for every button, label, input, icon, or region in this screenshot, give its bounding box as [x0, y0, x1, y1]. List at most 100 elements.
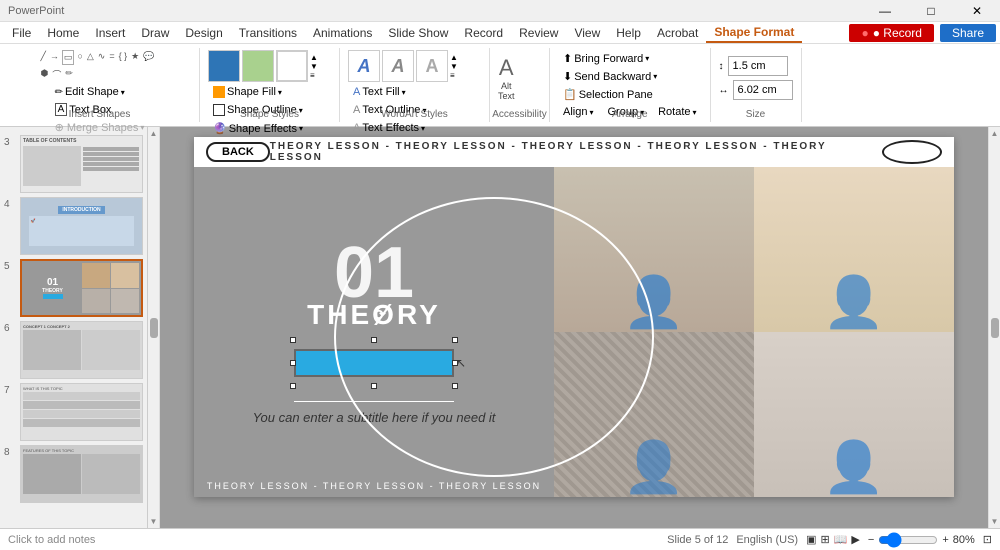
wordart-styles-group: A A A ▲ ▼ ≡ A Text Fill ▾ A Text Outline…: [340, 48, 490, 122]
slide-counter: Slide 5 of 12: [667, 534, 728, 546]
blue-box[interactable]: [294, 349, 454, 377]
width-input[interactable]: [733, 80, 793, 100]
line-icon[interactable]: ╱: [40, 50, 47, 65]
freeform-icon[interactable]: ✏: [64, 67, 74, 82]
eq-icon[interactable]: =: [108, 50, 115, 65]
style-expand[interactable]: ▲ ▼ ≡: [310, 53, 318, 80]
shape-fill-button[interactable]: Shape Fill ▾: [208, 84, 287, 100]
close-button[interactable]: ✕: [954, 0, 1000, 22]
arrow-icon[interactable]: →: [49, 50, 60, 65]
photo-4: 👤: [754, 332, 954, 497]
canvas-scrollbar[interactable]: ▲ ▼: [988, 127, 1000, 528]
slide-right-photos: 👤 👤 👤: [554, 167, 954, 497]
star-icon[interactable]: ★: [130, 50, 140, 65]
menu-transitions[interactable]: Transitions: [231, 24, 305, 42]
cursor-indicator: ↖: [456, 356, 466, 370]
menu-design[interactable]: Design: [177, 24, 230, 42]
handle-tl[interactable]: [290, 337, 296, 343]
zoom-slider[interactable]: [878, 532, 938, 548]
menu-insert[interactable]: Insert: [87, 24, 133, 42]
style-swatch-1[interactable]: [208, 50, 240, 82]
status-bar: Click to add notes Slide 5 of 12 English…: [0, 528, 1000, 550]
call-icon[interactable]: 💬: [142, 50, 155, 65]
canvas-scrollbar-thumb[interactable]: [991, 318, 999, 338]
handle-bm[interactable]: [371, 383, 377, 389]
send-backward-button[interactable]: ⬇ Send Backward ▾: [558, 68, 662, 85]
menu-view[interactable]: View: [566, 24, 608, 42]
back-button[interactable]: BACK: [206, 142, 270, 162]
canvas-scroll-down[interactable]: ▼: [991, 517, 999, 526]
scrollbar-thumb[interactable]: [150, 318, 158, 338]
window-controls[interactable]: — □ ✕: [862, 0, 1000, 22]
action-icon[interactable]: ⬢: [40, 67, 50, 82]
zoom-out-button[interactable]: −: [868, 534, 874, 546]
selection-pane-button[interactable]: 📋 Selection Pane: [558, 86, 658, 103]
wordart-a1[interactable]: A: [348, 50, 380, 82]
handle-ml[interactable]: [290, 360, 296, 366]
menu-animations[interactable]: Animations: [305, 24, 380, 42]
menu-review[interactable]: Review: [511, 24, 566, 42]
tri-icon[interactable]: △: [86, 50, 95, 65]
style-swatch-3[interactable]: [276, 50, 308, 82]
handle-bl[interactable]: [290, 383, 296, 389]
alt-text-button[interactable]: A Alt Text: [498, 50, 515, 106]
zoom-level: 80%: [953, 534, 975, 546]
menu-help[interactable]: Help: [608, 24, 649, 42]
style-swatch-2[interactable]: [242, 50, 274, 82]
slide-canvas: BACK THEORY LESSON - THEORY LESSON - THE…: [194, 137, 954, 497]
wordart-a3[interactable]: A: [416, 50, 448, 82]
accessibility-label: Accessibility: [490, 109, 549, 120]
reading-view-button[interactable]: 📖: [834, 533, 848, 546]
wordart-a2[interactable]: A: [382, 50, 414, 82]
more-icon[interactable]: ⌒: [51, 67, 62, 82]
handle-br[interactable]: [452, 383, 458, 389]
share-button[interactable]: Share: [940, 24, 996, 42]
normal-view-button[interactable]: ▣: [806, 533, 816, 546]
shape-styles-group: ▲ ▼ ≡ Shape Fill ▾ Shape Outline ▾ 🔮 Sha…: [200, 48, 340, 122]
zoom-in-button[interactable]: +: [942, 534, 948, 546]
slide-thumb-5[interactable]: 5 01 THEORY: [4, 259, 143, 317]
canvas-scroll-up[interactable]: ▲: [991, 129, 999, 138]
menu-acrobat[interactable]: Acrobat: [649, 24, 706, 42]
maximize-button[interactable]: □: [908, 0, 954, 22]
text-fill-button[interactable]: A Text Fill ▾: [348, 84, 411, 100]
click-to-add-notes[interactable]: Click to add notes: [8, 534, 95, 546]
header-text: THEORY LESSON - THEORY LESSON - THEORY L…: [270, 141, 882, 163]
record-button[interactable]: ● ● Record: [849, 24, 934, 42]
edit-shape-button[interactable]: ✏ Edit Shape ▾: [50, 84, 150, 100]
menu-file[interactable]: File: [4, 24, 39, 42]
menu-slideshow[interactable]: Slide Show: [380, 24, 456, 42]
menu-record[interactable]: Record: [456, 24, 511, 42]
handle-tr[interactable]: [452, 337, 458, 343]
slide-sorter-button[interactable]: ⊞: [820, 533, 829, 546]
slideshow-button[interactable]: ▶: [851, 533, 859, 546]
arrange-label: Arrange: [550, 109, 710, 120]
text-effects-button[interactable]: A Text Effects ▾: [348, 120, 430, 136]
height-input[interactable]: [728, 56, 788, 76]
bracket-icon[interactable]: { }: [118, 50, 129, 65]
wordart-expand[interactable]: ▲ ▼ ≡: [450, 53, 458, 80]
fit-slide-button[interactable]: ⊡: [983, 533, 992, 546]
rect-icon[interactable]: ▭: [62, 50, 75, 65]
slide-panel-scrollbar[interactable]: ▲ ▼: [148, 127, 160, 528]
bring-forward-button[interactable]: ⬆ Bring Forward ▾: [558, 50, 654, 67]
slide-thumb-6[interactable]: 6 CONCEPT 1 CONCEPT 2: [4, 321, 143, 379]
oval-icon[interactable]: ○: [76, 50, 83, 65]
minimize-button[interactable]: —: [862, 0, 908, 22]
slide-thumb-3[interactable]: 3 TABLE OF CONTENTS: [4, 135, 143, 193]
shape-styles-label: Shape Styles: [200, 109, 339, 120]
slide-thumb-4[interactable]: 4 INTRODUCTION 🚀: [4, 197, 143, 255]
menu-shape-format[interactable]: Shape Format: [706, 23, 802, 43]
shape-effects-button[interactable]: 🔮 Shape Effects ▾: [208, 120, 308, 137]
handle-tm[interactable]: [371, 337, 377, 343]
selected-blue-box-container[interactable]: ↖: [294, 341, 454, 385]
slide-thumb-8[interactable]: 8 FEATURES OF THIS TOPIC: [4, 445, 143, 503]
curve-icon[interactable]: ∿: [97, 50, 107, 65]
photo-2: 👤: [754, 167, 954, 332]
merge-shapes-button[interactable]: ⊕ Merge Shapes ▾: [50, 119, 150, 136]
slide-left-content: 01 THE⟳ØRY: [194, 167, 554, 497]
menu-draw[interactable]: Draw: [133, 24, 177, 42]
menu-home[interactable]: Home: [39, 24, 87, 42]
slide-thumb-7[interactable]: 7 WHAT IS THIS TOPIC: [4, 383, 143, 441]
scroll-down-arrow[interactable]: ▼: [150, 517, 158, 526]
